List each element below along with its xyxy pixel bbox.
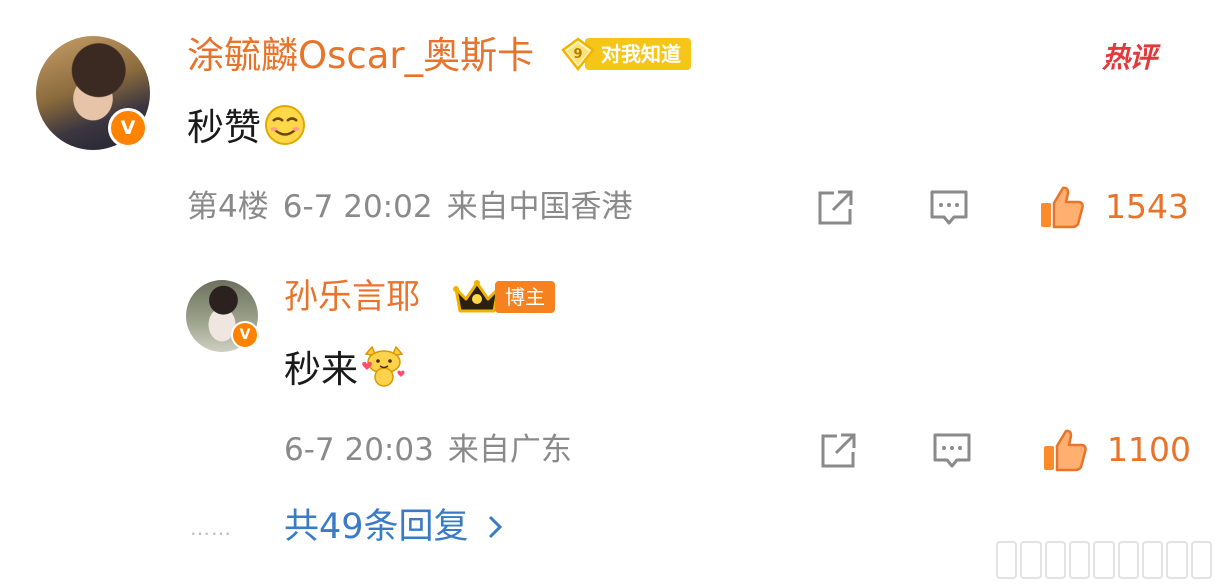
comment-meta: 第4楼 6-7 20:02 来自中国香港 bbox=[187, 187, 633, 227]
verified-icon: V bbox=[108, 108, 148, 148]
level-label: 对我知道 bbox=[585, 38, 691, 70]
reply-text: 秒来 bbox=[284, 342, 406, 391]
dancing-cat-emoji-icon bbox=[362, 345, 405, 387]
svg-text:9: 9 bbox=[573, 47, 582, 62]
reply-location: 来自广东 bbox=[447, 432, 572, 468]
comment-location: 来自中国香港 bbox=[446, 189, 633, 225]
chevron-right-icon bbox=[488, 515, 502, 539]
thumbs-up-icon[interactable] bbox=[1041, 426, 1089, 474]
comment-time: 6-7 20:02 bbox=[282, 189, 433, 225]
watermark bbox=[996, 538, 1212, 582]
comment-text-content: 秒赞 bbox=[187, 106, 261, 149]
share-icon[interactable] bbox=[817, 430, 859, 472]
view-more-replies-link[interactable]: 共49条回复 bbox=[284, 505, 503, 549]
diamond-icon: 9 bbox=[561, 37, 595, 71]
reply-time: 6-7 20:03 bbox=[284, 432, 434, 468]
comment-text: 秒赞 bbox=[187, 100, 307, 149]
blogger-badge: 博主 bbox=[495, 281, 555, 313]
reply-text-content: 秒来 bbox=[284, 348, 358, 391]
thumbs-up-icon[interactable] bbox=[1038, 183, 1086, 231]
replies-dots: …… bbox=[190, 516, 232, 540]
share-icon[interactable] bbox=[814, 187, 856, 229]
comment-icon[interactable] bbox=[931, 430, 973, 472]
commenter-name[interactable]: 涂毓麟Oscar_奥斯卡 bbox=[187, 32, 534, 80]
hot-comment-label: 热评 bbox=[1102, 41, 1157, 74]
verified-icon: V bbox=[231, 321, 259, 349]
replier-name[interactable]: 孙乐言耶 bbox=[284, 275, 420, 319]
level-badge[interactable]: 9 对我知道 bbox=[561, 35, 691, 73]
like-count: 1543 bbox=[1105, 187, 1189, 226]
comment-icon[interactable] bbox=[928, 187, 970, 229]
reply-meta: 6-7 20:03 来自广东 bbox=[284, 430, 572, 470]
smiling-face-emoji-icon bbox=[265, 105, 305, 145]
floor-number: 第4楼 bbox=[187, 189, 269, 225]
more-replies-text: 共49条回复 bbox=[284, 507, 469, 547]
reply-like-count: 1100 bbox=[1107, 430, 1191, 469]
